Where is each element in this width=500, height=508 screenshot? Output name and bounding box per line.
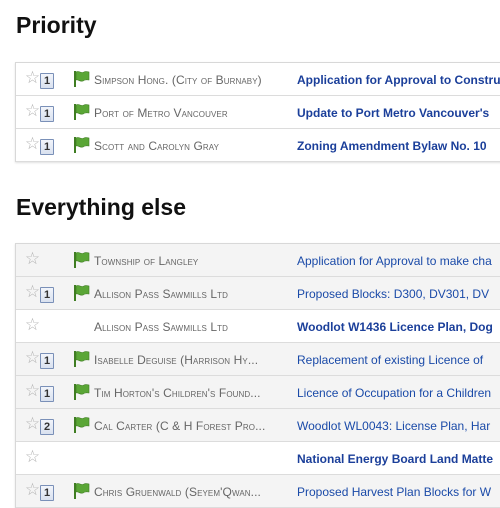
message-subject-link[interactable]: Update to Port Metro Vancouver's [297, 106, 500, 120]
message-count-badge: 1 [40, 139, 54, 155]
message-sender: Simpson Hong. (City of Burnaby) [94, 73, 262, 87]
green-flag-icon[interactable] [72, 136, 90, 154]
priority-message-list: ☆ 1 Simpson Hong. (City of Burnaby) Applica… [15, 62, 500, 162]
message-sender: Isabelle Deguise (Harrison Hy... [94, 353, 259, 367]
star-outline-icon[interactable]: ☆ [24, 136, 41, 153]
green-flag-icon[interactable] [72, 350, 90, 368]
everything-else-message-list: ☆ Township of Langley Application for Appr… [15, 243, 500, 508]
message-sender: Cal Carter (C & H Forest Pro... [94, 419, 266, 433]
message-subject-link[interactable]: Replacement of existing Licence of [297, 353, 500, 367]
message-sender: Port of Metro Vancouver [94, 106, 228, 120]
green-flag-icon[interactable] [72, 482, 90, 500]
message-sender: Allison Pass Sawmills Ltd [94, 320, 229, 334]
green-flag-icon[interactable] [72, 284, 90, 302]
message-count-badge: 1 [40, 386, 54, 402]
green-flag-icon[interactable] [72, 251, 90, 269]
message-subject-link[interactable]: Woodlot WL0043: License Plan, Har [297, 419, 500, 433]
message-subject-link[interactable]: National Energy Board Land Matte [297, 452, 500, 466]
star-outline-icon[interactable]: ☆ [24, 251, 41, 268]
green-flag-icon[interactable] [72, 70, 90, 88]
message-row[interactable]: ☆ 1 Port of Metro Vancouver Update to Port … [16, 96, 500, 129]
message-subject-link[interactable]: Proposed Harvest Plan Blocks for W [297, 485, 500, 499]
star-outline-icon[interactable]: ☆ [24, 482, 41, 499]
message-subject-link[interactable]: Application for Approval to Construct [297, 73, 500, 87]
message-row[interactable]: ☆ 1 Tim Horton's Children's Found... Licenc… [16, 376, 500, 409]
message-count-badge: 1 [40, 287, 54, 303]
green-flag-icon[interactable] [72, 103, 90, 121]
message-row[interactable]: ☆ Allison Pass Sawmills Ltd Woodlot W1436 … [16, 310, 500, 343]
star-outline-icon[interactable]: ☆ [24, 317, 41, 334]
message-subject-link[interactable]: Proposed Blocks: D300, DV301, DV [297, 287, 500, 301]
message-sender: Scott and Carolyn Gray [94, 139, 220, 153]
message-subject-link[interactable]: Woodlot W1436 Licence Plan, Dog [297, 320, 500, 334]
message-count-badge: 2 [40, 419, 54, 435]
message-subject-link[interactable]: Zoning Amendment Bylaw No. 10 [297, 139, 500, 153]
message-row[interactable]: ☆ 1 Isabelle Deguise (Harrison Hy... Replac… [16, 343, 500, 376]
message-sender: Allison Pass Sawmills Ltd [94, 287, 229, 301]
message-subject-link[interactable]: Application for Approval to make cha [297, 254, 500, 268]
message-sender: Chris Gruenwald (Seyem'Qwan... [94, 485, 261, 499]
star-outline-icon[interactable]: ☆ [24, 416, 41, 433]
message-count-badge: 1 [40, 106, 54, 122]
star-outline-icon[interactable]: ☆ [24, 350, 41, 367]
message-sender: Tim Horton's Children's Found... [94, 386, 261, 400]
message-sender: Township of Langley [94, 254, 199, 268]
message-row[interactable]: ☆ 2 Cal Carter (C & H Forest Pro... Woodlot… [16, 409, 500, 442]
message-row[interactable]: ☆ 1 Allison Pass Sawmills Ltd Proposed Bloc… [16, 277, 500, 310]
message-count-badge: 1 [40, 353, 54, 369]
star-outline-icon[interactable]: ☆ [24, 449, 41, 466]
star-outline-icon[interactable]: ☆ [24, 70, 41, 87]
section-title-priority: Priority [16, 12, 97, 38]
green-flag-icon[interactable] [72, 416, 90, 434]
star-outline-icon[interactable]: ☆ [24, 103, 41, 120]
message-row[interactable]: ☆ National Energy Board Land Matte [16, 442, 500, 475]
message-row[interactable]: ☆ 1 Chris Gruenwald (Seyem'Qwan... Proposed… [16, 475, 500, 508]
message-count-badge: 1 [40, 73, 54, 89]
section-title-everything-else: Everything else [16, 194, 187, 220]
star-outline-icon[interactable]: ☆ [24, 383, 41, 400]
message-subject-link[interactable]: Licence of Occupation for a Children [297, 386, 500, 400]
green-flag-icon[interactable] [72, 383, 90, 401]
message-row[interactable]: ☆ Township of Langley Application for Appr… [16, 244, 500, 277]
message-row[interactable]: ☆ 1 Scott and Carolyn Gray Zoning Amendment… [16, 129, 500, 162]
message-row[interactable]: ☆ 1 Simpson Hong. (City of Burnaby) Applica… [16, 63, 500, 96]
star-outline-icon[interactable]: ☆ [24, 284, 41, 301]
message-count-badge: 1 [40, 485, 54, 501]
